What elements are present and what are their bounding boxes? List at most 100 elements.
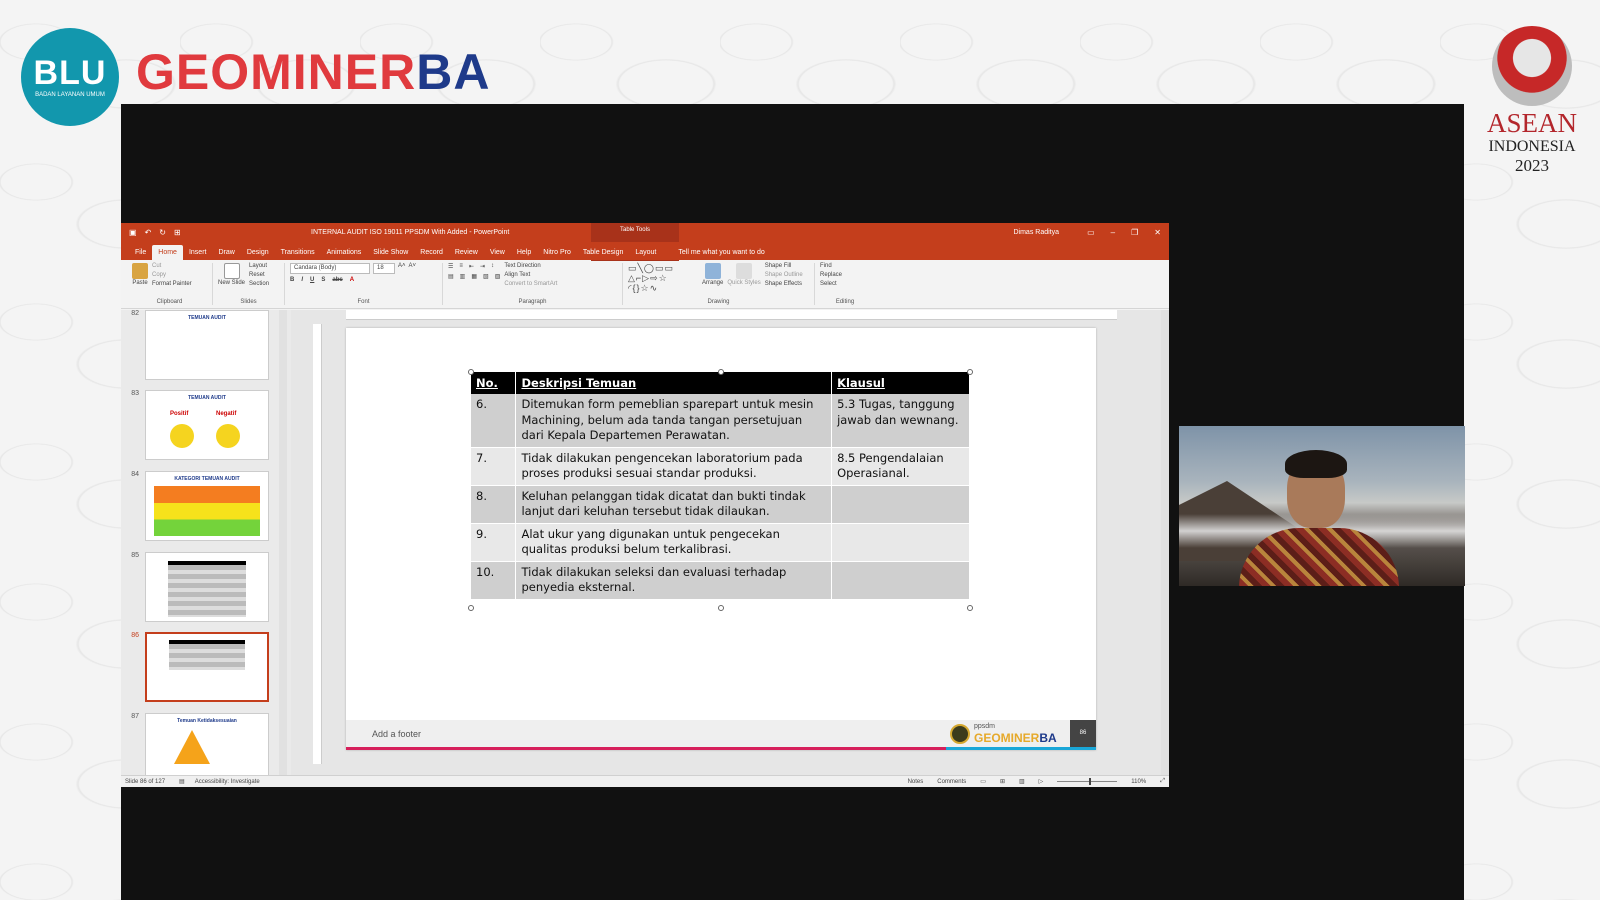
cut-button[interactable]: Cut bbox=[152, 263, 192, 269]
thumbnail-scrollbar[interactable] bbox=[279, 310, 287, 775]
zoom-level[interactable]: 110% bbox=[1131, 779, 1146, 785]
font-color-icon[interactable]: A bbox=[350, 277, 354, 283]
findings-table[interactable]: No. Deskripsi Temuan Klausul 6. Ditemukan… bbox=[471, 372, 970, 600]
reading-view-icon[interactable]: ▥ bbox=[1019, 778, 1025, 785]
cell-description[interactable]: Keluhan pelanggan tidak dicatat dan bukt… bbox=[515, 485, 833, 524]
normal-view-icon[interactable]: ▭ bbox=[980, 778, 986, 785]
header-clause[interactable]: Klausul bbox=[831, 372, 970, 394]
layout-button[interactable]: Layout bbox=[249, 263, 269, 269]
align-text-button[interactable]: Align Text bbox=[504, 272, 557, 278]
font-size-select[interactable]: 18 bbox=[373, 263, 395, 274]
cell-no[interactable]: 9. bbox=[471, 523, 517, 562]
replace-button[interactable]: Replace bbox=[820, 272, 842, 278]
accessibility-status[interactable]: Accessibility: Investigate bbox=[195, 779, 260, 785]
select-button[interactable]: Select bbox=[820, 281, 842, 287]
tab-help[interactable]: Help bbox=[511, 249, 537, 260]
table-resize-handle[interactable] bbox=[718, 369, 724, 375]
text-direction-button[interactable]: Text Direction bbox=[504, 263, 557, 269]
grow-font-icon[interactable]: A˄ bbox=[398, 263, 406, 274]
header-no[interactable]: No. bbox=[471, 372, 517, 394]
section-button[interactable]: Section bbox=[249, 281, 269, 287]
tab-insert[interactable]: Insert bbox=[183, 249, 213, 260]
tab-layout[interactable]: Layout bbox=[629, 249, 662, 260]
tab-nitro-pro[interactable]: Nitro Pro bbox=[537, 249, 577, 260]
decrease-indent-icon[interactable]: ⇤ bbox=[469, 263, 474, 270]
cell-clause[interactable]: 5.3 Tugas, tanggung jawab dan wewnang. bbox=[831, 394, 970, 448]
tab-design[interactable]: Design bbox=[241, 249, 275, 260]
undo-icon[interactable]: ↶ bbox=[145, 228, 152, 237]
tab-draw[interactable]: Draw bbox=[212, 249, 240, 260]
cell-no[interactable]: 6. bbox=[471, 394, 517, 448]
increase-indent-icon[interactable]: ⇥ bbox=[480, 263, 485, 270]
align-center-icon[interactable]: ▥ bbox=[460, 273, 466, 280]
line-spacing-icon[interactable]: ↕ bbox=[491, 263, 494, 270]
restore-icon[interactable]: ❐ bbox=[1131, 228, 1138, 237]
italic-icon[interactable]: I bbox=[301, 277, 303, 283]
numbering-icon[interactable]: ≡ bbox=[459, 263, 463, 270]
cell-clause[interactable] bbox=[831, 561, 970, 600]
slide-thumbnail[interactable]: TEMUAN AUDIT bbox=[145, 310, 269, 380]
copy-button[interactable]: Copy bbox=[152, 272, 192, 278]
comments-button[interactable]: Comments bbox=[937, 779, 966, 785]
cell-description[interactable]: Ditemukan form pemeblian sparepart untuk… bbox=[515, 394, 833, 448]
table-resize-handle[interactable] bbox=[967, 605, 973, 611]
header-description[interactable]: Deskripsi Temuan bbox=[515, 372, 833, 394]
cell-no[interactable]: 7. bbox=[471, 447, 517, 486]
cell-description[interactable]: Alat ukur yang digunakan untuk pengeceka… bbox=[515, 523, 833, 562]
tab-record[interactable]: Record bbox=[414, 249, 449, 260]
strikethrough-icon[interactable]: abc bbox=[332, 277, 342, 283]
tab-view[interactable]: View bbox=[484, 249, 511, 260]
tab-transitions[interactable]: Transitions bbox=[275, 249, 321, 260]
tell-me-search[interactable]: Tell me what you want to do bbox=[678, 249, 764, 260]
bold-icon[interactable]: B bbox=[290, 277, 294, 283]
font-name-select[interactable]: Candara (Body) bbox=[290, 263, 370, 274]
notes-button[interactable]: Notes bbox=[908, 779, 924, 785]
slide-thumbnail[interactable] bbox=[145, 632, 269, 702]
user-name[interactable]: Dimas Raditya bbox=[1013, 229, 1059, 236]
slide-thumbnail[interactable]: Temuan Ketidaksesuaian bbox=[145, 713, 269, 775]
sorter-view-icon[interactable]: ⊞ bbox=[1000, 778, 1005, 785]
save-icon[interactable]: ▣ bbox=[129, 228, 137, 237]
slide-thumbnail[interactable] bbox=[145, 552, 269, 622]
table-resize-handle[interactable] bbox=[468, 605, 474, 611]
minimize-icon[interactable]: – bbox=[1111, 228, 1115, 237]
align-right-icon[interactable]: ▦ bbox=[471, 273, 477, 280]
table-resize-handle[interactable] bbox=[718, 605, 724, 611]
spellcheck-icon[interactable]: ▤ bbox=[179, 778, 185, 785]
reset-button[interactable]: Reset bbox=[249, 272, 269, 278]
find-button[interactable]: Find bbox=[820, 263, 842, 269]
cell-clause[interactable] bbox=[831, 523, 970, 562]
columns-icon[interactable]: ▨ bbox=[495, 273, 501, 280]
tab-animations[interactable]: Animations bbox=[321, 249, 368, 260]
ribbon-display-icon[interactable]: ▭ bbox=[1087, 228, 1095, 237]
table-resize-handle[interactable] bbox=[468, 369, 474, 375]
format-painter-button[interactable]: Format Painter bbox=[152, 281, 192, 287]
slide-thumbnail[interactable]: TEMUAN AUDIT Positif Negatif bbox=[145, 390, 269, 460]
bullets-icon[interactable]: ☰ bbox=[448, 263, 453, 270]
cell-description[interactable]: Tidak dilakukan seleksi dan evaluasi ter… bbox=[515, 561, 833, 600]
editor-scrollbar[interactable] bbox=[1161, 310, 1169, 775]
cell-description[interactable]: Tidak dilakukan pengencekan laboratorium… bbox=[515, 447, 833, 486]
align-left-icon[interactable]: ▤ bbox=[448, 273, 454, 280]
underline-icon[interactable]: U bbox=[310, 277, 314, 283]
zoom-slider[interactable] bbox=[1057, 778, 1118, 785]
footer-placeholder[interactable]: Add a footer bbox=[372, 729, 421, 739]
redo-icon[interactable]: ↻ bbox=[159, 228, 166, 237]
cell-no[interactable]: 8. bbox=[471, 485, 517, 524]
tab-table-design[interactable]: Table Design bbox=[577, 249, 629, 260]
shape-fill-button[interactable]: Shape Fill bbox=[765, 263, 803, 269]
tab-review[interactable]: Review bbox=[449, 249, 484, 260]
convert-smartart-button[interactable]: Convert to SmartArt bbox=[504, 281, 557, 287]
cell-clause[interactable]: 8.5 Pengendalaian Operasianal. bbox=[831, 447, 970, 486]
justify-icon[interactable]: ▧ bbox=[483, 273, 489, 280]
tab-home[interactable]: Home bbox=[152, 245, 183, 260]
present-icon[interactable]: ⊞ bbox=[174, 228, 181, 237]
slide-thumbnail[interactable]: KATEGORI TEMUAN AUDIT bbox=[145, 471, 269, 541]
close-icon[interactable]: ✕ bbox=[1154, 228, 1161, 237]
cell-clause[interactable] bbox=[831, 485, 970, 524]
shape-outline-button[interactable]: Shape Outline bbox=[765, 272, 803, 278]
shadow-icon[interactable]: S bbox=[321, 277, 325, 283]
tab-slide-show[interactable]: Slide Show bbox=[367, 249, 414, 260]
table-resize-handle[interactable] bbox=[967, 369, 973, 375]
tab-file[interactable]: File bbox=[129, 249, 152, 260]
